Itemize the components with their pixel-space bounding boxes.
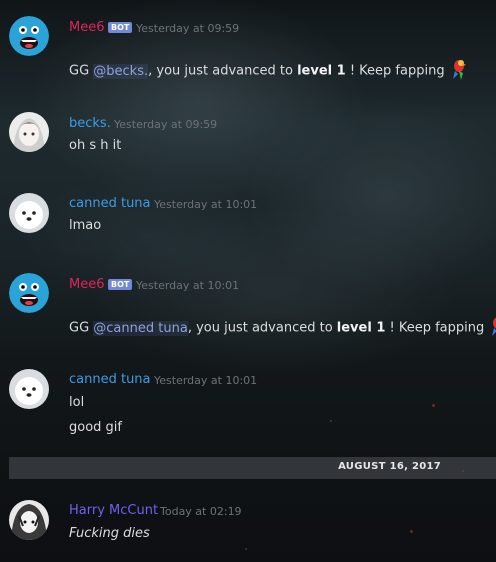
message-text-part: GG	[69, 320, 94, 336]
timestamp: Yesterday at 10:01	[136, 279, 240, 292]
message-text-part: ! Keep fapping	[345, 63, 445, 79]
author-name[interactable]: canned tuna	[69, 196, 151, 211]
message-text: Fucking dies	[69, 526, 150, 541]
parrot-emoji-icon	[488, 314, 496, 342]
message-text-part: , you just advanced to	[187, 320, 337, 336]
message-text: good gif	[69, 420, 122, 435]
user-mention[interactable]: @becks.	[93, 63, 149, 79]
author-name[interactable]: Harry McCunt	[69, 503, 158, 518]
message-text: GG @becks., you just advanced to level 1…	[69, 57, 469, 85]
message-text-part: , you just advanced to	[148, 63, 298, 79]
timestamp: Yesterday at 09:59	[136, 22, 240, 35]
message-text: oh s h it	[69, 138, 122, 153]
message-text: lmao	[69, 218, 102, 233]
message-text: GG @canned tuna, you just advanced to le…	[69, 314, 496, 342]
samoyed-avatar-icon[interactable]	[9, 369, 49, 409]
author-name[interactable]: becks.	[69, 116, 111, 131]
mee6-avatar-icon[interactable]	[9, 273, 49, 313]
parrot-emoji-icon	[449, 57, 469, 85]
author-name[interactable]: canned tuna	[69, 372, 151, 387]
timestamp: Yesterday at 09:59	[114, 118, 218, 131]
message-text-part: ! Keep fapping	[385, 320, 485, 336]
message-text-part: GG	[69, 63, 94, 79]
date-divider-label: AUGUST 16, 2017	[338, 461, 441, 472]
anime-avatar-icon[interactable]	[9, 112, 49, 152]
anime-avatar-icon[interactable]	[9, 500, 49, 540]
user-mention[interactable]: @canned tuna	[93, 320, 188, 336]
author-name[interactable]: Mee6	[69, 277, 104, 292]
timestamp: Today at 02:19	[160, 505, 242, 518]
ember-particle	[410, 530, 413, 533]
timestamp: Yesterday at 10:01	[154, 198, 258, 211]
samoyed-avatar-icon[interactable]	[9, 193, 49, 233]
message-text: lol	[69, 395, 85, 410]
level-text: level 1	[297, 63, 346, 79]
bot-badge: BOT	[108, 279, 133, 290]
ember-particle	[245, 548, 247, 550]
mee6-avatar-icon[interactable]	[9, 16, 49, 56]
ember-particle	[330, 420, 332, 422]
timestamp: Yesterday at 10:01	[154, 374, 258, 387]
date-divider: AUGUST 16, 2017	[9, 457, 496, 479]
level-text: level 1	[336, 320, 386, 336]
author-name[interactable]: Mee6	[69, 20, 104, 35]
ember-particle	[432, 404, 435, 407]
bot-badge: BOT	[108, 22, 133, 33]
